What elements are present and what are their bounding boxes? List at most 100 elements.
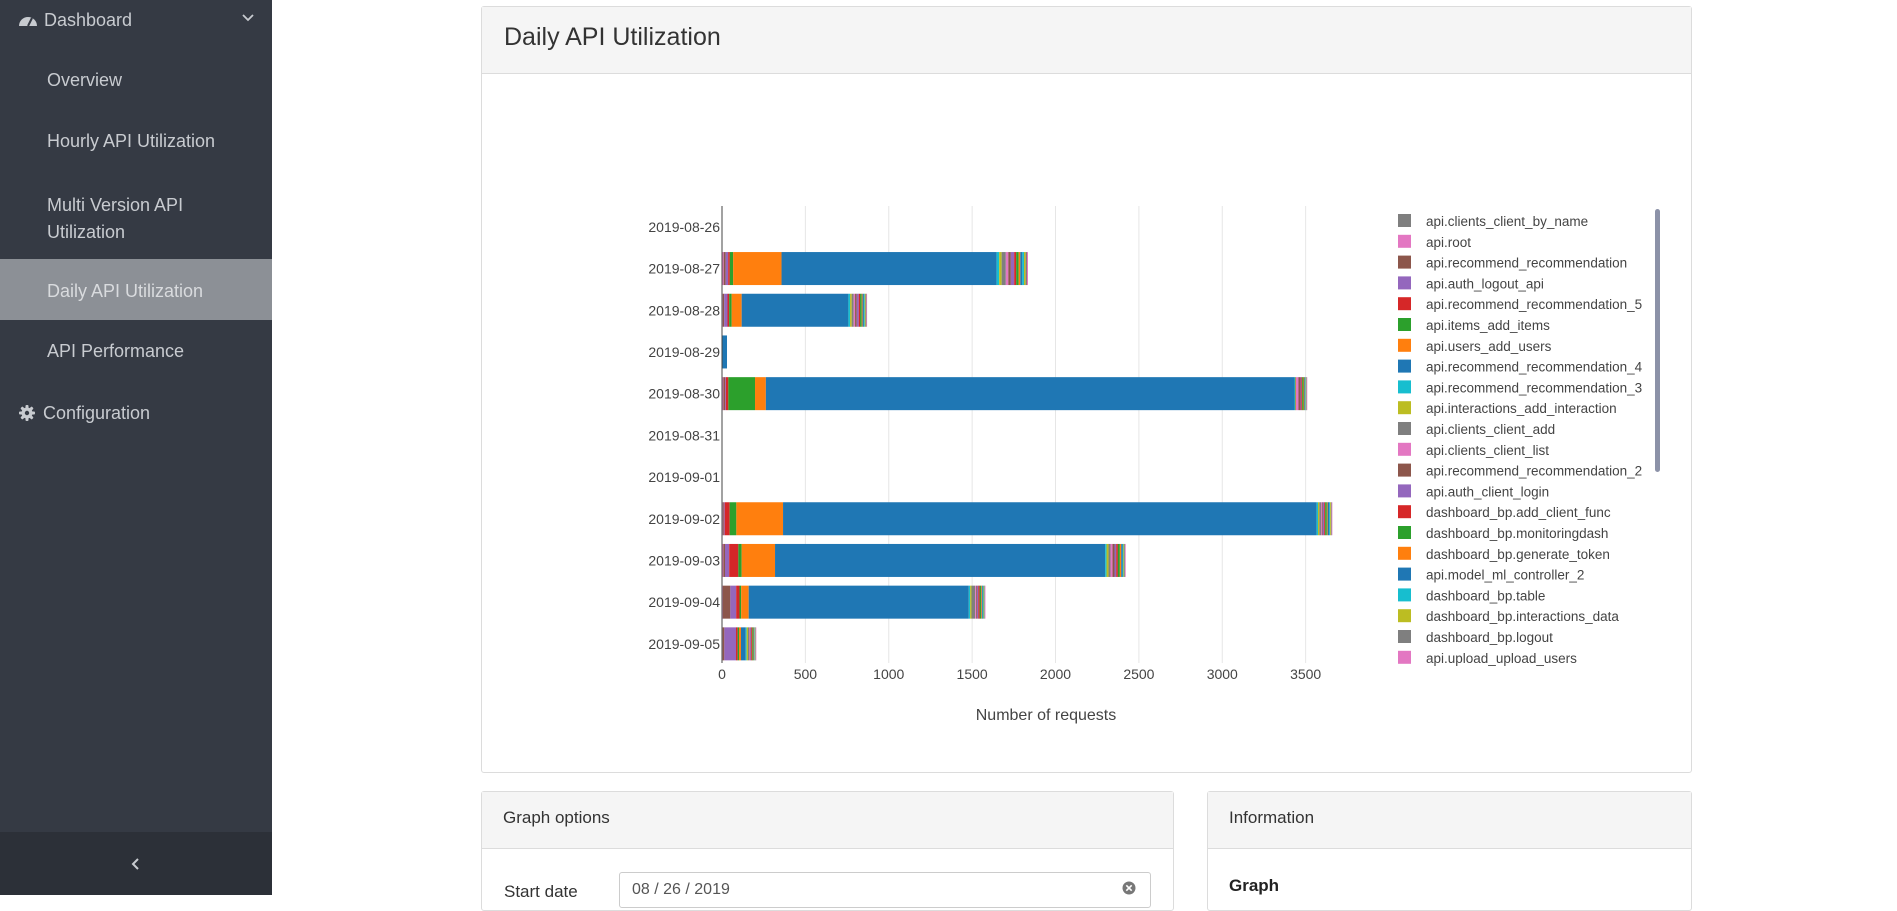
y-tick-label: 2019-08-27 bbox=[648, 261, 720, 277]
bar-segment bbox=[1022, 252, 1024, 286]
bar-segment bbox=[1023, 252, 1026, 286]
bar-segment bbox=[851, 293, 854, 327]
bar-segment bbox=[741, 627, 746, 661]
bar-segment bbox=[996, 252, 1000, 286]
bar-segment bbox=[1119, 543, 1122, 577]
bar-segment bbox=[741, 543, 776, 577]
bar-segment bbox=[1114, 543, 1117, 577]
bar-segment bbox=[731, 293, 742, 327]
bar-segment bbox=[982, 585, 984, 619]
bar-segment bbox=[1123, 543, 1125, 577]
x-tick-label: 0 bbox=[718, 666, 726, 682]
bar-segment bbox=[728, 252, 730, 286]
bar-segment bbox=[1106, 543, 1109, 577]
bar-segment bbox=[858, 293, 861, 327]
legend-swatch bbox=[1398, 650, 1411, 664]
legend-scrollbar bbox=[1655, 209, 1660, 472]
bar-segment bbox=[722, 502, 724, 536]
bar-segment bbox=[1295, 377, 1299, 411]
bar-segment bbox=[729, 543, 739, 577]
information-panel: Information Graph bbox=[1207, 791, 1692, 911]
bar-segment bbox=[725, 252, 729, 286]
bar-segment bbox=[976, 585, 979, 619]
legend-label: api.clients_client_add bbox=[1426, 422, 1555, 437]
graph-options-header: Graph options bbox=[482, 792, 1173, 849]
x-tick-label: 3500 bbox=[1290, 666, 1321, 682]
bar-segment bbox=[999, 252, 1002, 286]
chevron-left-icon[interactable] bbox=[128, 856, 144, 872]
bar-segment bbox=[737, 627, 740, 661]
bar-segment bbox=[1110, 543, 1113, 577]
bar-segment bbox=[752, 627, 753, 661]
bar-segment bbox=[729, 502, 737, 536]
bar-segment bbox=[1122, 543, 1124, 577]
y-tick-label: 2019-08-26 bbox=[648, 219, 720, 235]
bar-segment bbox=[725, 377, 726, 411]
bar-segment bbox=[736, 502, 784, 536]
bar-segment bbox=[853, 293, 856, 327]
bar-segment bbox=[1316, 502, 1318, 536]
y-tick-label: 2019-09-04 bbox=[648, 594, 720, 610]
bar-segment bbox=[746, 627, 749, 661]
legend-label: api.recommend_recommendation_3 bbox=[1426, 380, 1642, 395]
bar-segment bbox=[1025, 252, 1027, 286]
bar-segment bbox=[1322, 502, 1325, 536]
bar-segment bbox=[981, 585, 983, 619]
y-tick-label: 2019-08-28 bbox=[648, 302, 720, 318]
bar-segment bbox=[745, 627, 747, 661]
bar-segment bbox=[862, 293, 864, 327]
bar-segment bbox=[1304, 377, 1306, 411]
legend-swatch bbox=[1398, 318, 1411, 331]
bar-segment bbox=[864, 293, 866, 327]
bar-segment bbox=[750, 627, 752, 661]
y-tick-label: 2019-08-31 bbox=[648, 427, 720, 443]
bar-segment bbox=[1327, 502, 1330, 536]
legend-label: api.recommend_recommendation bbox=[1426, 256, 1627, 271]
bar-segment bbox=[783, 502, 1317, 536]
bar-segment bbox=[755, 377, 766, 411]
bar-segment bbox=[1117, 543, 1120, 577]
start-date-label: Start date bbox=[504, 882, 578, 901]
stacked-bar-chart: 2019-08-26 2019-08-27 2019-08-28 2019-08-29… bbox=[648, 206, 1660, 724]
legend-label: api.auth_client_login bbox=[1426, 484, 1549, 499]
bar-segment bbox=[724, 502, 730, 536]
bar-segment bbox=[863, 293, 865, 327]
bar-segment bbox=[752, 627, 754, 661]
bar-segment bbox=[736, 585, 740, 619]
legend-swatch bbox=[1398, 422, 1411, 435]
bar-segment bbox=[1329, 502, 1331, 536]
legend-label: api.recommend_recommendation_2 bbox=[1426, 464, 1642, 479]
legend-swatch bbox=[1398, 214, 1411, 227]
legend-swatch bbox=[1398, 442, 1411, 456]
bar-segment bbox=[984, 585, 985, 619]
bar-segment bbox=[1001, 252, 1006, 286]
legend-label: api.recommend_recommendation_5 bbox=[1426, 297, 1642, 312]
bar-segment bbox=[1330, 502, 1331, 536]
bar-segment bbox=[970, 585, 972, 619]
start-date-input[interactable]: 08 / 26 / 2019 bbox=[619, 872, 1151, 908]
clear-icon[interactable] bbox=[1122, 881, 1136, 895]
bar-segment bbox=[1298, 377, 1301, 411]
x-axis-title: Number of requests bbox=[976, 707, 1117, 724]
bar-segment bbox=[1105, 543, 1107, 577]
bar-segment bbox=[724, 627, 737, 661]
legend-swatch bbox=[1398, 380, 1411, 394]
bar-segment bbox=[1306, 377, 1308, 411]
legend-label: api.auth_logout_api bbox=[1426, 276, 1544, 291]
bar-segment bbox=[975, 585, 977, 619]
bar-segment bbox=[723, 252, 726, 286]
bar-segment bbox=[861, 293, 863, 327]
legend-label: dashboard_bp.table bbox=[1426, 588, 1545, 603]
bar-segment bbox=[781, 252, 997, 286]
bar-segment bbox=[1020, 252, 1023, 286]
bar-segment bbox=[1317, 502, 1320, 536]
bar-segment bbox=[748, 627, 750, 661]
bar-segment bbox=[971, 585, 976, 619]
bar-segment bbox=[725, 377, 729, 411]
legend-label: api.interactions_add_interaction bbox=[1426, 401, 1617, 416]
x-tick-label: 3000 bbox=[1207, 666, 1238, 682]
legend-label: dashboard_bp.logout bbox=[1426, 630, 1553, 645]
bar-segment bbox=[1324, 502, 1326, 536]
bar-segment bbox=[968, 585, 971, 619]
bar-segment bbox=[1320, 502, 1322, 536]
